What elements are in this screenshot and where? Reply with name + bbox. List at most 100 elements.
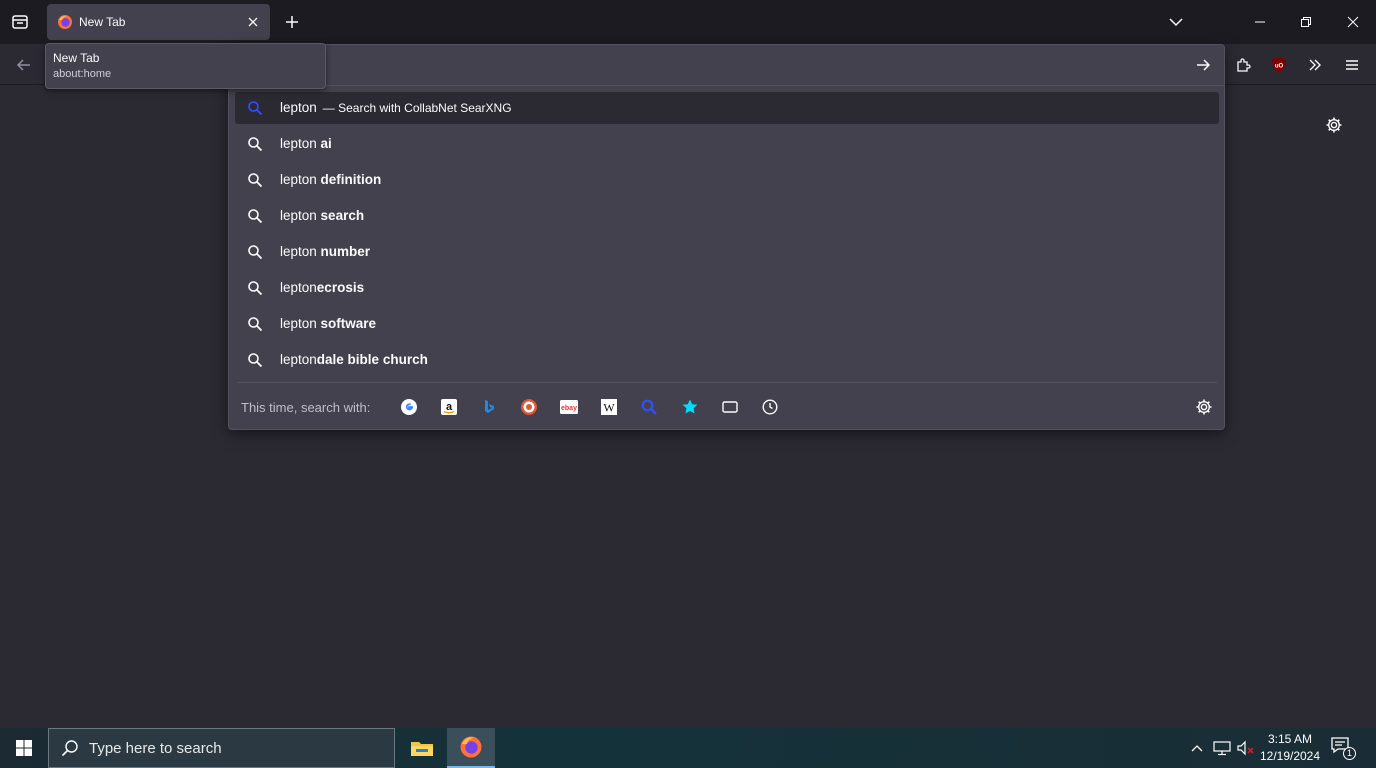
searxng-icon <box>641 399 657 415</box>
tab-strip: New Tab <box>0 0 1376 44</box>
minimize-icon <box>1255 21 1265 23</box>
file-explorer-taskbar-button[interactable] <box>398 728 446 768</box>
clock-time: 3:15 AM <box>1267 732 1313 746</box>
ebay-icon: ebay <box>560 400 578 414</box>
suggestion-action: — Search with CollabNet SearXNG <box>322 101 512 115</box>
wikipedia-icon: W <box>601 399 617 415</box>
suggestion-row[interactable]: leptondale bible church <box>235 344 1219 376</box>
close-tab-button[interactable] <box>244 13 262 31</box>
list-all-tabs-button[interactable] <box>1166 12 1186 32</box>
tooltip-title: New Tab <box>53 51 100 65</box>
app-menu-button[interactable] <box>1339 52 1365 78</box>
suggestion-row[interactable]: lepton software <box>235 308 1219 340</box>
suggestion-row[interactable]: leptonecrosis <box>235 272 1219 304</box>
network-button[interactable] <box>1213 739 1231 757</box>
search-icon <box>247 172 263 188</box>
taskbar-search-box[interactable]: Type here to search <box>48 728 395 768</box>
search-engine-google[interactable] <box>398 396 420 418</box>
suggestion-text: lepton — Search with CollabNet SearXNG <box>280 100 512 115</box>
suggestion-row[interactable]: lepton ai <box>235 128 1219 160</box>
search-engine-ebay[interactable]: ebay <box>558 396 580 418</box>
suggestion-text: lepton number <box>280 244 370 259</box>
search-engine-amazon[interactable]: a <box>438 396 460 418</box>
google-icon <box>401 399 417 415</box>
suggestion-completion: ai <box>320 136 332 151</box>
suggestion-completion: definition <box>320 172 382 187</box>
chevron-up-icon <box>1191 745 1203 752</box>
suggestion-prefix: lepton <box>280 316 321 331</box>
suggestion-completion: software <box>320 316 377 331</box>
search-bookmarks-button[interactable] <box>679 396 701 418</box>
suggestion-completion: number <box>320 244 371 259</box>
url-input[interactable] <box>329 53 1169 77</box>
divider <box>229 85 1224 86</box>
tabs-icon <box>722 401 738 413</box>
suggestion-text: lepton search <box>280 208 364 223</box>
bookmarks-icon <box>682 399 698 414</box>
suggestion-row[interactable]: lepton number <box>235 236 1219 268</box>
svg-text:ebay: ebay <box>561 405 577 412</box>
volume-button[interactable] <box>1237 739 1255 757</box>
search-settings-button[interactable] <box>1193 396 1215 418</box>
firefox-taskbar-button[interactable] <box>447 728 495 768</box>
search-tabs-button[interactable] <box>719 396 741 418</box>
suggestion-row[interactable]: lepton — Search with CollabNet SearXNG <box>235 92 1219 124</box>
puzzle-icon <box>1237 58 1251 72</box>
search-engine-wikipedia[interactable]: W <box>598 396 620 418</box>
tooltip-url: about:home <box>53 68 112 80</box>
svg-text:uO: uO <box>1275 64 1284 70</box>
go-button[interactable] <box>1191 53 1215 77</box>
chevron-down-icon <box>1169 18 1183 27</box>
svg-text:a: a <box>446 401 453 413</box>
action-center-button[interactable]: 1 <box>1330 736 1358 762</box>
firefox-icon <box>57 14 73 30</box>
close-window-button[interactable] <box>1330 0 1376 44</box>
windows-taskbar: Type here to search 3:15 AM 12/19/2024 1 <box>0 728 1376 768</box>
suggestion-row[interactable]: lepton definition <box>235 164 1219 196</box>
suggestion-text: leptondale bible church <box>280 352 428 367</box>
minimize-button[interactable] <box>1237 0 1283 44</box>
suggestion-completion: ecrosis <box>316 280 365 295</box>
restore-button[interactable] <box>1283 0 1329 44</box>
search-icon <box>247 244 263 260</box>
firefox-icon <box>460 736 482 758</box>
search-icon <box>247 280 263 296</box>
suggestion-prefix: lepton <box>280 136 321 151</box>
show-hidden-icons-button[interactable] <box>1188 739 1206 757</box>
search-icon <box>247 100 263 116</box>
newtab-settings-button[interactable] <box>1323 114 1345 136</box>
duckduckgo-icon <box>521 399 537 415</box>
back-button[interactable] <box>12 53 36 77</box>
one-off-search-label: This time, search with: <box>241 400 371 415</box>
search-engine-searxng[interactable] <box>638 396 660 418</box>
new-tab-button[interactable] <box>282 12 302 32</box>
suggestion-completion: dale bible church <box>316 352 428 367</box>
search-history-button[interactable] <box>759 396 781 418</box>
gear-icon <box>1196 399 1212 415</box>
taskbar-search-placeholder: Type here to search <box>89 739 222 757</box>
search-engine-bing[interactable] <box>478 396 500 418</box>
notification-count-badge: 1 <box>1343 747 1356 760</box>
start-button[interactable] <box>0 728 48 768</box>
firefox-view-button[interactable] <box>8 10 32 34</box>
close-icon <box>248 17 258 27</box>
extensions-button[interactable] <box>1230 52 1256 78</box>
search-icon <box>247 352 263 368</box>
tab-new-tab[interactable]: New Tab <box>47 4 270 40</box>
gear-icon <box>1326 117 1342 133</box>
taskbar-clock[interactable]: 3:15 AM 12/19/2024 <box>1256 731 1324 765</box>
plus-icon <box>286 16 298 28</box>
suggestion-row[interactable]: lepton search <box>235 200 1219 232</box>
search-engine-duckduckgo[interactable] <box>518 396 540 418</box>
suggestion-text: lepton ai <box>280 136 332 151</box>
history-icon <box>762 399 778 415</box>
search-icon <box>247 136 263 152</box>
more-tools-button[interactable] <box>1302 52 1328 78</box>
suggestion-completion: search <box>320 208 365 223</box>
arrow-left-icon <box>16 59 30 71</box>
ublock-origin-icon: uO <box>1272 57 1286 73</box>
search-icon <box>61 739 79 757</box>
ublock-origin-button[interactable]: uO <box>1266 52 1292 78</box>
folder-icon <box>411 742 433 756</box>
clock-date: 12/19/2024 <box>1259 749 1321 763</box>
